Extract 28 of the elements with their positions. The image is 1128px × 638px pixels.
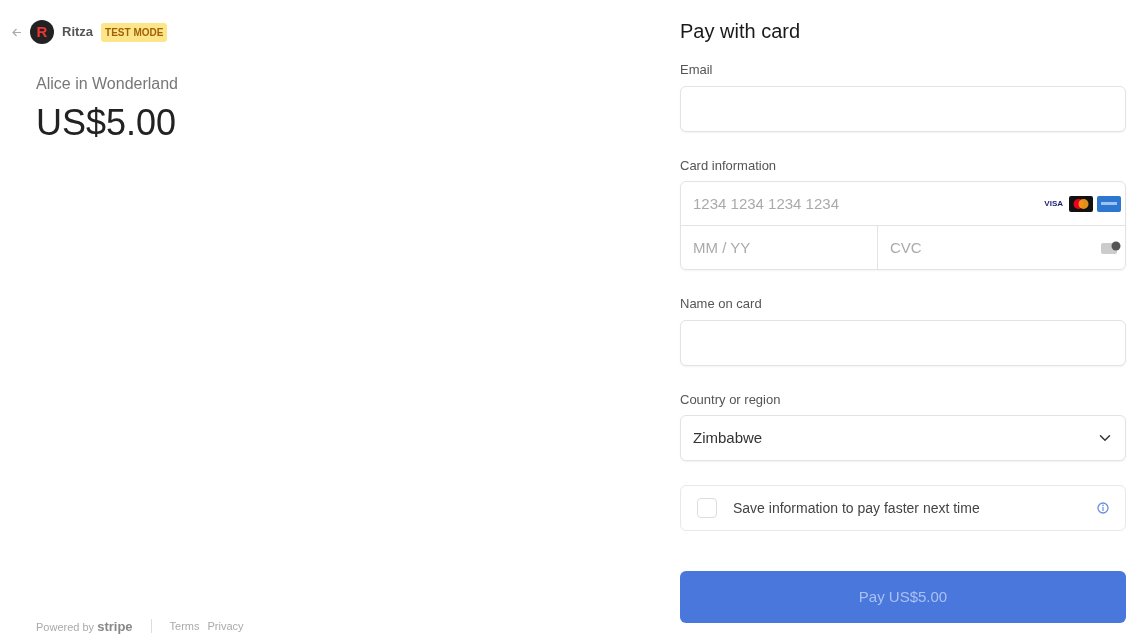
powered-by-text: Powered by stripe bbox=[36, 620, 133, 633]
info-icon[interactable] bbox=[1097, 502, 1109, 514]
email-label: Email bbox=[680, 61, 714, 79]
expiry-field[interactable]: MM / YY bbox=[681, 226, 878, 269]
test-mode-tag: TEST MODE bbox=[101, 22, 168, 42]
card-info-field[interactable]: 1234 1234 1234 1234 VISA MM / YY CVC bbox=[680, 181, 1126, 270]
card-back-icon bbox=[1101, 240, 1121, 255]
country-value: Zimbabwe bbox=[693, 427, 763, 448]
card-brand-logo: VISA bbox=[1043, 197, 1064, 210]
back-arrow-icon[interactable] bbox=[12, 27, 22, 37]
country-label: Country or region bbox=[680, 390, 782, 409]
save-info-row[interactable]: Save information to pay faster next time bbox=[680, 485, 1126, 531]
mastercard-logo-icon bbox=[1069, 195, 1093, 212]
card-brand-logo-icon bbox=[1097, 195, 1121, 212]
product-name: Alice in Wonderland bbox=[36, 74, 179, 94]
merchant-logo: R bbox=[30, 20, 54, 44]
country-select[interactable]: Zimbabwe bbox=[680, 415, 1126, 461]
card-label: Card information bbox=[680, 156, 778, 175]
product-price: US$5.00 bbox=[36, 101, 178, 145]
cvc-field[interactable]: CVC bbox=[878, 226, 1101, 269]
checkbox[interactable] bbox=[697, 498, 717, 518]
name-field[interactable] bbox=[680, 319, 1126, 366]
card-number-field[interactable]: 1234 1234 1234 1234 bbox=[681, 182, 1043, 225]
email-field[interactable] bbox=[680, 85, 1126, 132]
merchant-name: Ritza bbox=[62, 23, 94, 42]
save-info-label: Save information to pay faster next time bbox=[733, 498, 980, 518]
name-label: Name on card bbox=[680, 295, 763, 313]
form-title: Pay with card bbox=[680, 19, 802, 44]
